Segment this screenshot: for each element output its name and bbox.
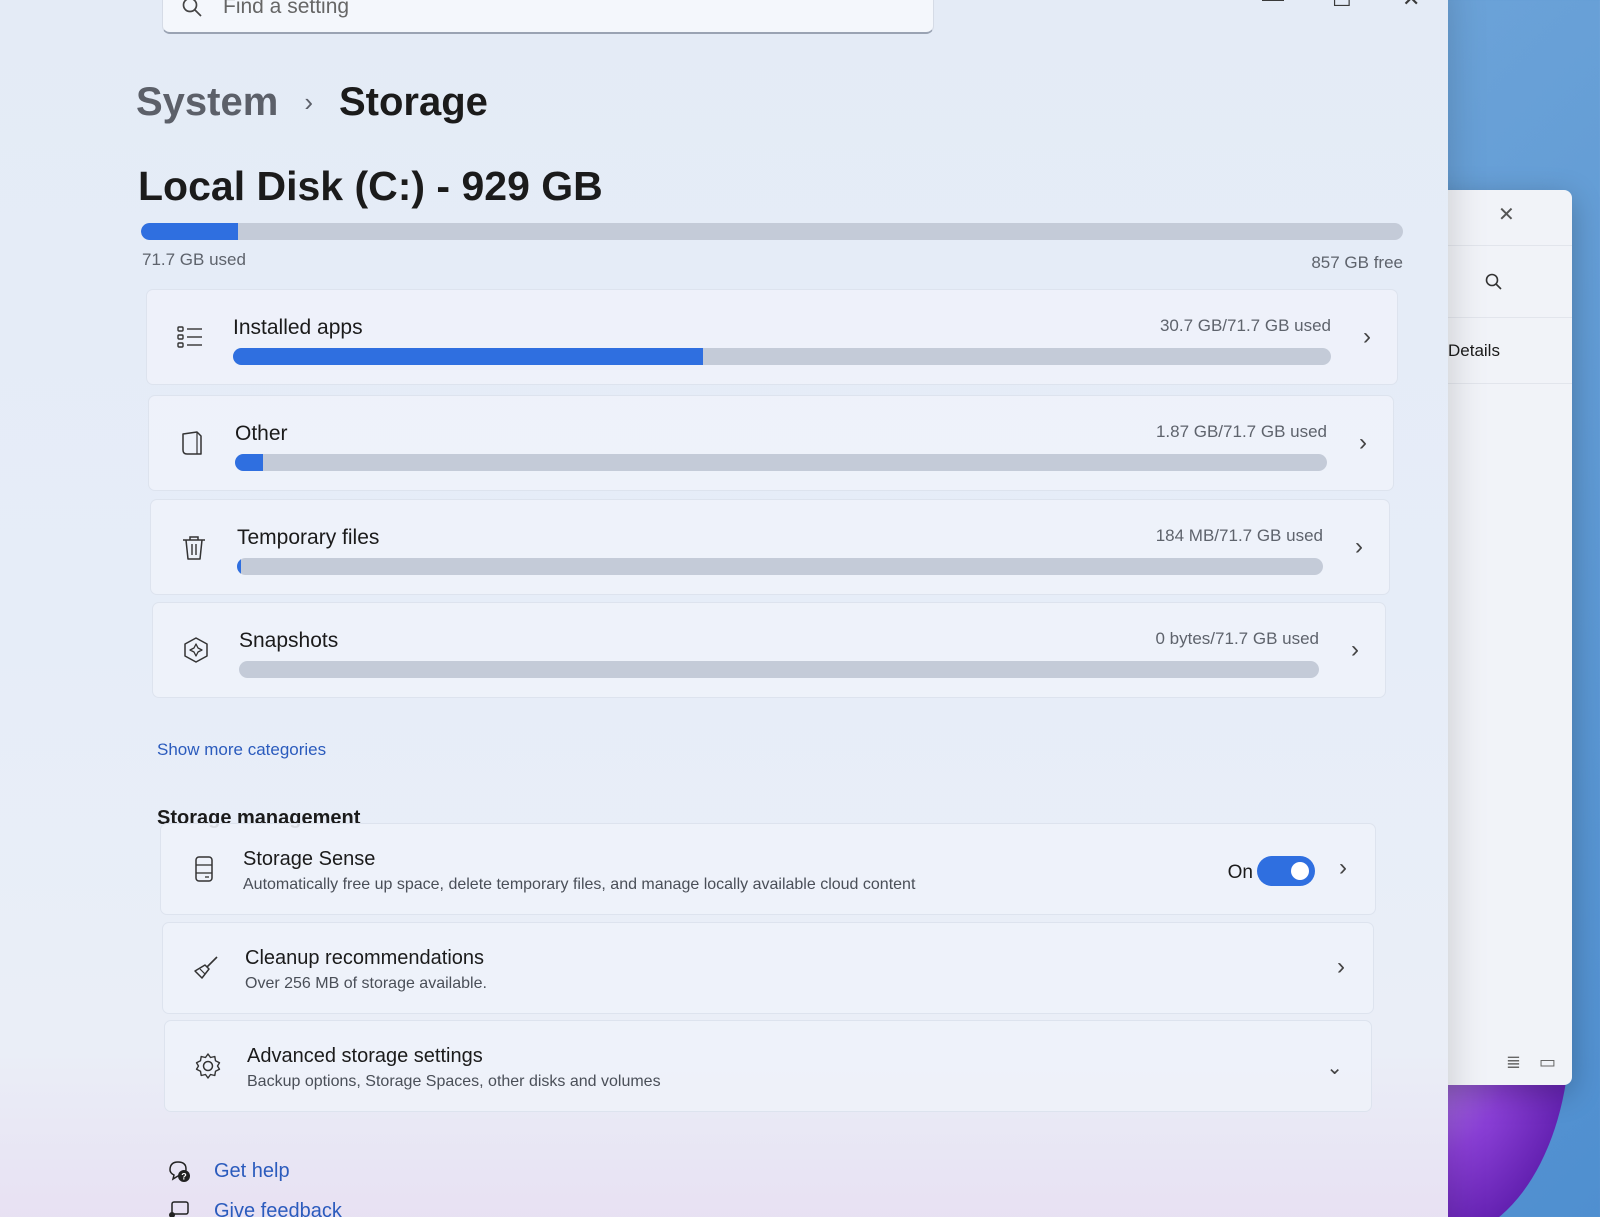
view-switcher: ≣ ▭ — [1506, 1052, 1556, 1073]
chevron-right-icon: › — [1359, 429, 1367, 456]
get-help-link[interactable]: ? Get help — [166, 1158, 290, 1184]
search-icon — [182, 0, 202, 17]
gear-icon — [195, 1053, 221, 1079]
feedback-icon — [169, 1201, 189, 1217]
disk-usage-fill — [141, 223, 239, 240]
category-size: 30.7 GB/71.7 GB used — [1159, 316, 1331, 335]
category-other[interactable]: Other 1.87 GB/71.7 GB used › — [148, 395, 1394, 491]
trash-icon — [183, 536, 205, 560]
show-more-categories-link[interactable]: Show more categories — [157, 740, 326, 760]
disk-free-label: 857 GB free — [1311, 253, 1403, 272]
give-feedback-label: Give feedback — [214, 1199, 342, 1217]
tiles-view-icon[interactable]: ▭ — [1539, 1052, 1556, 1073]
storage-sense-toggle-label: On — [1227, 862, 1253, 883]
cleanup-recommendations-title: Cleanup recommendations — [245, 947, 485, 969]
category-temporary-files[interactable]: Temporary files 184 MB/71.7 GB used › — [150, 499, 1390, 595]
category-fill — [233, 348, 703, 365]
chevron-down-icon: ⌄ — [1326, 1057, 1343, 1079]
disk-title: Local Disk (C:) - 929 GB — [138, 163, 603, 209]
category-fill — [235, 454, 264, 471]
give-feedback-link[interactable]: Give feedback — [166, 1198, 342, 1217]
toggle-knob — [1291, 862, 1309, 880]
chevron-right-icon: › — [304, 87, 313, 117]
disk-used-label: 71.7 GB used — [142, 250, 246, 269]
category-snapshots[interactable]: Snapshots 0 bytes/71.7 GB used › — [152, 602, 1386, 698]
category-bar — [237, 558, 1323, 575]
storage-sense-toggle[interactable] — [1257, 856, 1315, 886]
maximize-icon[interactable]: ☐ — [1332, 0, 1352, 12]
drive-icon — [195, 856, 213, 882]
category-size: 1.87 GB/71.7 GB used — [1155, 422, 1327, 441]
advanced-storage-settings-title: Advanced storage settings — [247, 1045, 483, 1067]
list-view-icon[interactable]: ≣ — [1506, 1052, 1521, 1073]
category-installed-apps[interactable]: Installed apps 30.7 GB/71.7 GB used › — [146, 289, 1398, 385]
help-icon: ? — [169, 1161, 190, 1182]
broom-icon — [194, 956, 218, 979]
advanced-storage-settings-description: Backup options, Storage Spaces, other di… — [247, 1073, 661, 1090]
storage-sense-row[interactable]: Storage Sense Automatically free up spac… — [160, 823, 1376, 915]
cleanup-recommendations-row[interactable]: Cleanup recommendations Over 256 MB of s… — [162, 922, 1374, 1014]
chevron-right-icon: › — [1355, 533, 1363, 560]
category-bar — [239, 661, 1319, 678]
breadcrumb: System › Storage — [136, 80, 488, 125]
svg-text:?: ? — [181, 1172, 187, 1182]
category-fill — [237, 558, 242, 575]
category-size: 0 bytes/71.7 GB used — [1155, 629, 1320, 648]
advanced-storage-settings-row[interactable]: Advanced storage settings Backup options… — [164, 1020, 1372, 1112]
storage-sense-title: Storage Sense — [243, 848, 376, 870]
category-bar — [233, 348, 1331, 365]
category-name: Snapshots — [239, 629, 339, 652]
chevron-right-icon: › — [1337, 953, 1345, 980]
details-label: Details — [1448, 340, 1500, 360]
chevron-right-icon: › — [1351, 636, 1359, 663]
chevron-right-icon: › — [1339, 854, 1347, 881]
category-name: Other — [235, 422, 288, 445]
category-name: Installed apps — [233, 316, 363, 339]
chevron-right-icon: › — [1363, 323, 1371, 350]
search-input[interactable] — [223, 0, 823, 19]
page-title: Storage — [338, 80, 488, 124]
category-name: Temporary files — [237, 526, 380, 549]
close-icon[interactable]: ✕ — [1402, 0, 1420, 12]
search-box[interactable] — [162, 0, 934, 34]
document-icon — [182, 431, 202, 455]
cleanup-recommendations-description: Over 256 MB of storage available. — [245, 975, 487, 992]
minimize-icon[interactable]: — — [1262, 0, 1284, 12]
storage-sense-description: Automatically free up space, delete temp… — [243, 876, 916, 893]
list-icon — [177, 326, 202, 348]
disk-usage-bar — [141, 223, 1403, 240]
category-size: 184 MB/71.7 GB used — [1155, 526, 1323, 545]
search-icon[interactable] — [1484, 272, 1504, 292]
snapshot-icon — [184, 637, 208, 663]
category-bar — [235, 454, 1327, 471]
close-icon[interactable]: ✕ — [1498, 202, 1515, 227]
breadcrumb-system[interactable]: System — [136, 80, 278, 125]
get-help-label: Get help — [214, 1159, 290, 1182]
